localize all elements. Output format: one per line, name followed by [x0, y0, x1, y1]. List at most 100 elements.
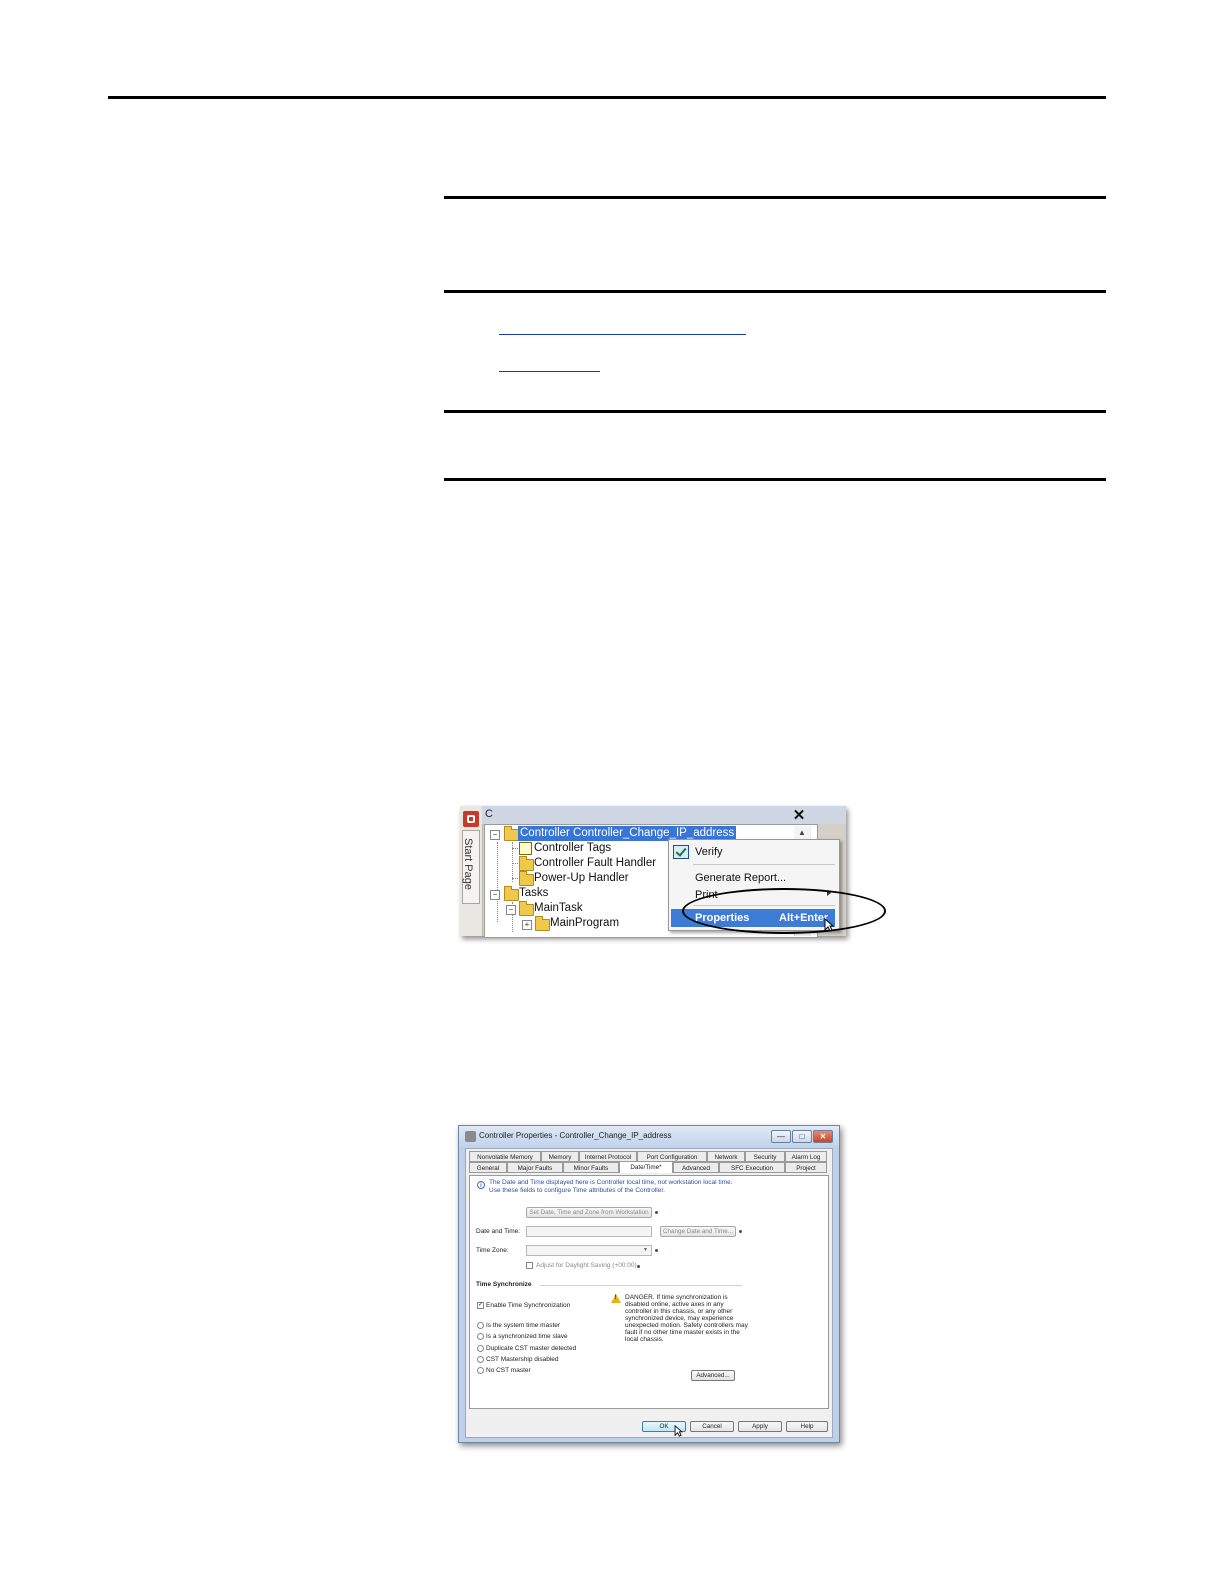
date-time-field[interactable]	[526, 1226, 652, 1237]
table-rule-2	[444, 290, 1106, 293]
minimize-button[interactable]: —	[771, 1130, 791, 1143]
chevron-down-icon[interactable]: ▾	[644, 1246, 647, 1253]
tree-item-main-program[interactable]: MainProgram	[550, 916, 619, 931]
controller-organizer-screenshot: Start Page C ✕ ▲ − Controller Controller…	[460, 806, 886, 938]
time-zone-label: Time Zone:	[476, 1247, 509, 1254]
time-zone-select[interactable]	[526, 1245, 652, 1256]
table-rule-3	[444, 410, 1106, 413]
close-icon[interactable]: ✕	[790, 808, 808, 824]
daylight-saving-label: Adjust for Daylight Saving (+00:00)	[536, 1262, 637, 1269]
tab-memory[interactable]: Memory	[541, 1151, 579, 1162]
radio-label-duplicate-master: Duplicate CST master detected	[486, 1345, 577, 1352]
radio-time-slave	[477, 1333, 484, 1340]
radio-label-mastership-disabled: CST Mastership disabled	[486, 1356, 559, 1363]
table-rule-4	[444, 478, 1106, 481]
danger-text-line1: DANGER. If time synchronization is	[625, 1294, 728, 1301]
scroll-up-icon[interactable]: ▲	[794, 826, 810, 840]
hyperlink-underline-1[interactable]	[499, 334, 746, 335]
tags-icon	[519, 842, 532, 855]
folder-icon	[504, 826, 519, 841]
tree-item-fault-handler[interactable]: Controller Fault Handler	[534, 856, 656, 871]
folder-icon	[519, 871, 534, 886]
info-icon: i	[477, 1181, 485, 1189]
apply-button[interactable]: Apply	[738, 1421, 782, 1432]
online-edit-icon	[655, 1249, 658, 1252]
danger-text-line7: local chassis.	[625, 1336, 664, 1343]
info-text-line2: Use these fields to configure Time attri…	[489, 1187, 665, 1194]
dialog-title: Controller Properties - Controller_Chang…	[479, 1131, 672, 1140]
date-time-label: Date and Time:	[476, 1228, 521, 1235]
danger-text-line5: unexpected motion. Safety controllers ma…	[625, 1322, 748, 1329]
enable-time-sync-checkbox[interactable]: ✓	[477, 1302, 484, 1309]
close-button[interactable]: ✕	[813, 1130, 833, 1143]
task-folder-icon	[519, 901, 534, 916]
radio-time-master	[477, 1322, 484, 1329]
mouse-cursor-icon	[674, 1425, 683, 1437]
advanced-button[interactable]: Advanced...	[691, 1370, 735, 1381]
tab-sfc-execution[interactable]: SFC Execution	[719, 1162, 785, 1173]
tab-network[interactable]: Network	[707, 1151, 745, 1162]
online-edit-icon	[739, 1230, 742, 1233]
dialog-body: Nonvolatile Memory Memory Internet Proto…	[465, 1148, 833, 1438]
info-text-line1: The Date and Time displayed here is Cont…	[489, 1179, 733, 1186]
page-top-rule	[108, 96, 1106, 99]
danger-text-line4: synchronized device, may experience	[625, 1315, 734, 1322]
online-edit-icon	[637, 1265, 640, 1268]
folder-icon	[519, 856, 534, 871]
tree-item-tasks[interactable]: Tasks	[519, 886, 548, 901]
danger-text-line3: controller in this chassis, or any other	[625, 1308, 733, 1315]
change-date-time-button[interactable]: Change Date and Time...	[660, 1226, 736, 1237]
danger-text-line2: disabled online, active axes in any	[625, 1301, 724, 1308]
tree-item-main-task[interactable]: MainTask	[534, 901, 583, 916]
tab-project[interactable]: Project	[785, 1162, 827, 1173]
tab-minor-faults[interactable]: Minor Faults	[563, 1162, 619, 1173]
tree-item-controller-tags[interactable]: Controller Tags	[534, 841, 611, 856]
menu-item-generate-report[interactable]: Generate Report...	[695, 872, 786, 884]
group-divider	[540, 1285, 742, 1286]
properties-icon	[465, 1131, 476, 1142]
radio-no-master	[477, 1367, 484, 1374]
collapse-icon[interactable]: −	[506, 905, 516, 915]
folder-icon	[504, 886, 519, 901]
mouse-cursor-icon	[824, 918, 834, 932]
date-time-panel: i The Date and Time displayed here is Co…	[469, 1175, 829, 1409]
help-button[interactable]: Help	[786, 1421, 828, 1432]
collapse-icon[interactable]: −	[490, 830, 500, 840]
maximize-button[interactable]: □	[792, 1130, 812, 1143]
danger-text-line6: fault if no other time master exists in …	[625, 1329, 740, 1336]
enable-time-sync-label: Enable Time Synchronization	[486, 1302, 571, 1309]
hyperlink-underline-2[interactable]	[499, 371, 600, 372]
program-folder-icon	[535, 916, 550, 931]
radio-duplicate-master	[477, 1345, 484, 1352]
radio-label-time-master: Is the system time master	[486, 1322, 561, 1329]
tab-date-time[interactable]: Date/Time*	[619, 1161, 673, 1173]
tree-line	[497, 842, 498, 922]
online-edit-icon	[655, 1211, 658, 1214]
callout-ellipse	[682, 888, 886, 934]
tab-major-faults[interactable]: Major Faults	[507, 1162, 563, 1173]
start-page-label: Start Page	[462, 838, 474, 890]
tab-security[interactable]: Security	[745, 1151, 785, 1162]
set-from-workstation-button[interactable]: Set Date, Time and Zone from Workstation	[526, 1207, 652, 1218]
tab-advanced[interactable]: Advanced	[673, 1162, 719, 1173]
start-page-icon[interactable]	[463, 811, 479, 827]
radio-label-time-slave: Is a synchronized time slave	[486, 1333, 568, 1340]
organizer-title-fragment: C	[485, 808, 493, 820]
menu-separator	[693, 864, 835, 865]
radio-mastership-disabled	[477, 1356, 484, 1363]
radio-label-no-master: No CST master	[486, 1367, 531, 1374]
tab-alarm-log[interactable]: Alarm Log	[785, 1151, 827, 1162]
verify-icon	[673, 845, 689, 859]
time-synchronize-heading: Time Synchronize	[476, 1281, 532, 1288]
tree-item-powerup-handler[interactable]: Power-Up Handler	[534, 871, 629, 886]
controller-properties-dialog: Controller Properties - Controller_Chang…	[458, 1125, 840, 1443]
cancel-button[interactable]: Cancel	[690, 1421, 734, 1432]
tab-nonvolatile-memory[interactable]: Nonvolatile Memory	[469, 1151, 541, 1162]
table-rule-1	[444, 196, 1106, 199]
tab-general[interactable]: General	[469, 1162, 507, 1173]
expand-icon[interactable]: +	[522, 920, 532, 930]
collapse-icon[interactable]: −	[490, 890, 500, 900]
menu-item-verify[interactable]: Verify	[695, 846, 723, 858]
warning-icon	[611, 1294, 621, 1303]
daylight-saving-checkbox[interactable]	[526, 1262, 533, 1269]
